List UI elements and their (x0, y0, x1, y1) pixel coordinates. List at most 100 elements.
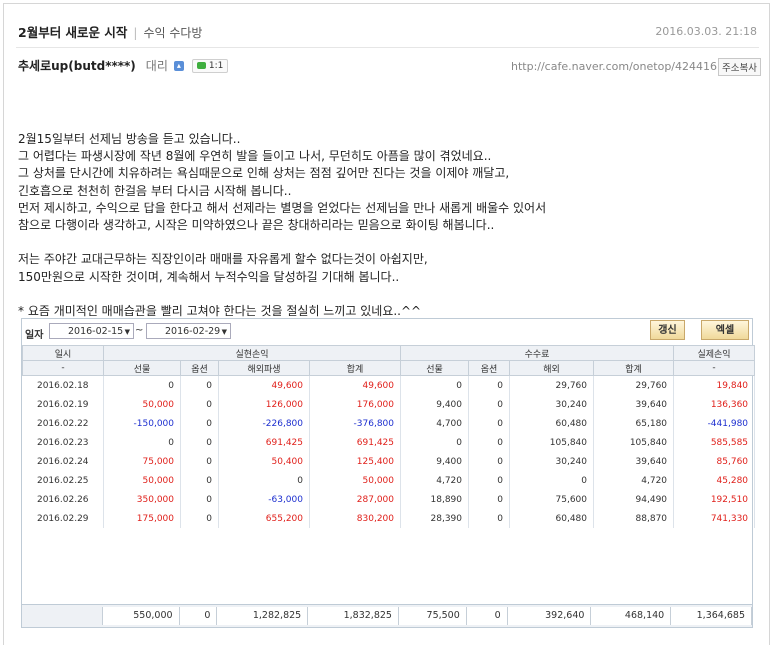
table-cell: -226,800 (218, 414, 310, 433)
date-label: 일자 (25, 330, 44, 341)
table-cell: 741,330 (673, 509, 756, 528)
author-name[interactable]: 추세로up(butd****) (18, 57, 136, 74)
sub-header: 해외파생 (218, 360, 310, 376)
table-cell: 49,600 (309, 375, 401, 395)
sub-header: 옵션 (180, 360, 219, 376)
refresh-button[interactable]: 갱신 (650, 320, 685, 340)
date-range-tilde: ~ (135, 325, 144, 336)
table-row[interactable]: 2016.02.18 0 0 49,600 49,600 0 0 29,760 29,760 19… (22, 375, 756, 395)
table-row[interactable]: 2016.02.26 350,000 0 -63,000 287,000 18,890 0 7… (22, 490, 756, 509)
totals-cell: 0 (179, 607, 218, 625)
table-cell: 9,400 (400, 395, 469, 414)
sub-header: 선물 (400, 360, 469, 376)
table-cell: 136,360 (673, 395, 756, 414)
table-cell: -63,000 (218, 490, 310, 509)
table-row[interactable]: 2016.02.25 50,000 0 0 50,000 4,720 0 0 4,720 45,2… (22, 471, 756, 490)
author-row: 추세로up(butd****) 대리 ▴ 1:1 (18, 57, 229, 74)
board-link[interactable]: 수익 수다방 (143, 26, 202, 40)
cell-date: 2016.02.29 (22, 509, 104, 528)
pnl-toolbar: 일자 2016-02-15 ▼ ~ 2016-02-29 ▼ 갱신 엑셀 (22, 319, 752, 343)
table-cell: 0 (468, 433, 510, 452)
table-cell: 85,760 (673, 452, 756, 471)
table-cell: 125,400 (309, 452, 401, 471)
table-cell: 655,200 (218, 509, 310, 528)
level-icon: ▴ (173, 60, 184, 71)
table-cell: 0 (180, 452, 219, 471)
table-cell: -376,800 (309, 414, 401, 433)
table-cell: 0 (400, 375, 469, 395)
table-cell: 29,760 (593, 375, 675, 395)
table-cell: 0 (180, 395, 219, 414)
sub-header: 선물 (103, 360, 181, 376)
chevron-down-icon: ▼ (124, 328, 130, 336)
chat-button[interactable]: 1:1 (191, 58, 229, 73)
col-header-fees: 수수료 (399, 345, 675, 361)
table-cell: 19,840 (673, 375, 756, 395)
table-cell: 287,000 (309, 490, 401, 509)
table-row[interactable]: 2016.02.22 -150,000 0 -226,800 -376,800 4,700… (22, 414, 756, 433)
table-row[interactable]: 2016.02.24 75,000 0 50,400 125,400 9,400 0 30,2… (22, 452, 756, 471)
table-cell: 60,480 (509, 509, 594, 528)
table-cell: 94,490 (593, 490, 675, 509)
post-body: 2월15일부터 선제님 방송을 듣고 있습니다.. 그 어렵다는 파생시장에 작… (18, 132, 547, 319)
table-cell: 0 (468, 471, 510, 490)
table-cell: 30,240 (509, 452, 594, 471)
cell-date: 2016.02.23 (22, 433, 104, 452)
table-group-header-row: 일시 실현손익 수수료 실제손익 (22, 345, 756, 361)
table-cell: 0 (400, 433, 469, 452)
copy-address-button[interactable]: 주소복사 (718, 58, 761, 76)
table-cell: 0 (180, 375, 219, 395)
totals-cell: 0 (466, 607, 508, 625)
table-row[interactable]: 2016.02.29 175,000 0 655,200 830,200 28,390 0 6… (22, 509, 756, 528)
table-cell: 0 (180, 471, 219, 490)
table-cell: 29,760 (509, 375, 594, 395)
table-totals-row: 550,000 0 1,282,825 1,832,825 75,500 0 392,640… (22, 604, 752, 627)
cell-date: 2016.02.19 (22, 395, 104, 414)
start-date-select[interactable]: 2016-02-15 ▼ (49, 323, 134, 339)
table-cell: 39,640 (593, 395, 675, 414)
table-cell: 691,425 (309, 433, 401, 452)
table-cell: 175,000 (103, 509, 181, 528)
table-cell: 0 (180, 433, 219, 452)
table-cell: 30,240 (509, 395, 594, 414)
table-cell: 0 (509, 471, 594, 490)
table-cell: 0 (103, 433, 181, 452)
table-cell: 75,000 (103, 452, 181, 471)
table-row[interactable]: 2016.02.19 50,000 0 126,000 176,000 9,400 0 30,… (22, 395, 756, 414)
chevron-down-icon: ▼ (221, 328, 227, 336)
table-cell: 50,000 (309, 471, 401, 490)
table-cell: 0 (468, 490, 510, 509)
totals-cell: 1,364,685 (671, 607, 752, 625)
pnl-panel: 일자 2016-02-15 ▼ ~ 2016-02-29 ▼ 갱신 엑셀 일시 실현… (21, 318, 756, 628)
table-cell: 75,600 (509, 490, 594, 509)
table-cell: 60,480 (509, 414, 594, 433)
table-cell: 49,600 (218, 375, 310, 395)
sub-header: 해외 (509, 360, 594, 376)
cell-date: 2016.02.22 (22, 414, 104, 433)
table-cell: 50,000 (103, 395, 181, 414)
table-cell: 830,200 (309, 509, 401, 528)
table-cell: 45,280 (673, 471, 756, 490)
table-cell: 350,000 (103, 490, 181, 509)
table-cell: 0 (180, 414, 219, 433)
table-cell: -150,000 (103, 414, 181, 433)
start-date-value: 2016-02-15 (68, 326, 124, 337)
totals-cell: 1,282,825 (217, 607, 309, 625)
table-cell: 105,840 (509, 433, 594, 452)
pnl-table: 일시 실현손익 수수료 실제손익 - 선물 옵션 해외파생 합계 선물 옵션 해… (22, 345, 756, 528)
table-cell: 0 (468, 395, 510, 414)
cell-date: 2016.02.24 (22, 452, 104, 471)
table-row[interactable]: 2016.02.23 0 0 691,425 691,425 0 0 105,840 105,8… (22, 433, 756, 452)
table-cell: 0 (103, 375, 181, 395)
end-date-select[interactable]: 2016-02-29 ▼ (146, 323, 231, 339)
post-url[interactable]: http://cafe.naver.com/onetop/424416 (511, 60, 717, 73)
chat-bubble-icon (196, 62, 206, 69)
table-cell: 4,720 (593, 471, 675, 490)
table-cell: 28,390 (400, 509, 469, 528)
end-date-value: 2016-02-29 (165, 326, 221, 337)
table-cell: 88,870 (593, 509, 675, 528)
totals-cell: 75,500 (398, 607, 467, 625)
sub-header: 옵션 (468, 360, 510, 376)
excel-button[interactable]: 엑셀 (701, 320, 749, 340)
table-cell: 192,510 (673, 490, 756, 509)
